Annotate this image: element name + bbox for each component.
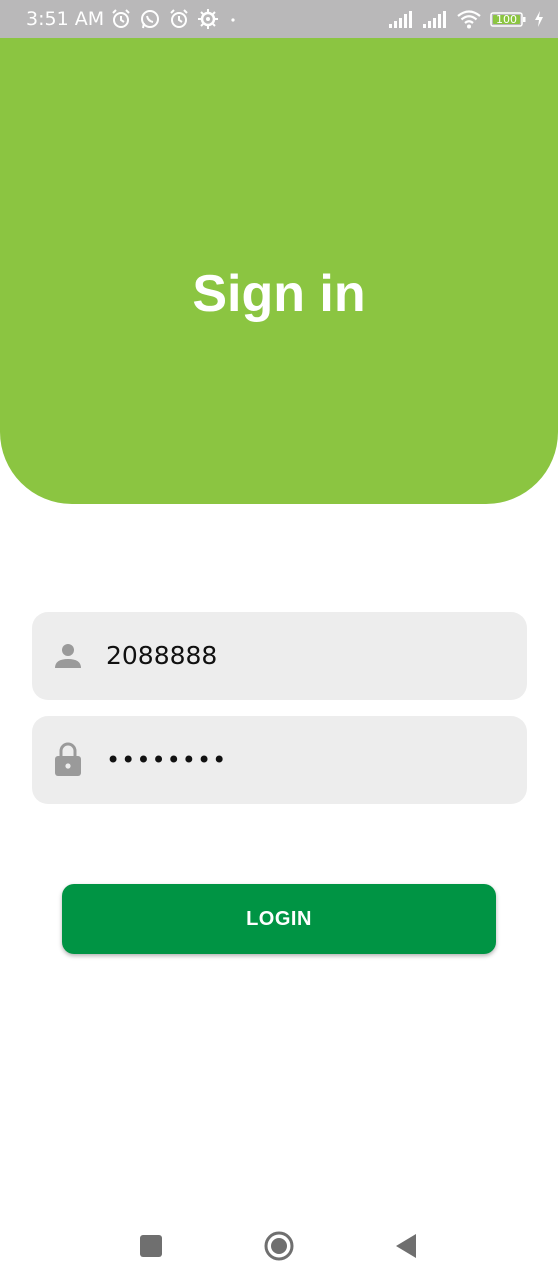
username-value[interactable]: 2088888 xyxy=(106,612,511,700)
alarm-icon xyxy=(112,9,130,28)
recents-button[interactable] xyxy=(135,1230,167,1262)
header: Sign in xyxy=(0,38,558,504)
back-button[interactable] xyxy=(391,1230,423,1262)
settings-icon xyxy=(198,9,219,29)
wifi-icon xyxy=(457,10,481,29)
status-left-icons xyxy=(110,8,240,30)
battery-icon: 100 xyxy=(490,11,526,27)
page-title: Sign in xyxy=(192,265,366,323)
lock-icon xyxy=(55,742,81,776)
password-value[interactable]: •••••••• xyxy=(106,716,511,804)
signal-icon xyxy=(423,11,446,28)
whatsapp-icon xyxy=(141,10,160,29)
charging-icon xyxy=(535,11,543,27)
dot-icon xyxy=(231,18,235,22)
status-time: 3:51 AM xyxy=(26,8,105,30)
navigation-bar xyxy=(0,1214,558,1280)
status-bar: 3:51 AM 100 xyxy=(0,0,558,38)
person-icon xyxy=(55,644,81,668)
alarm-icon xyxy=(170,9,188,28)
status-right-icons: 100 xyxy=(388,9,544,29)
username-field[interactable]: 2088888 xyxy=(32,612,527,700)
password-field[interactable]: •••••••• xyxy=(32,716,527,804)
login-button[interactable]: LOGIN xyxy=(62,884,496,954)
battery-level: 100 xyxy=(496,12,517,26)
home-button[interactable] xyxy=(263,1230,295,1262)
signal-icon xyxy=(389,11,412,28)
